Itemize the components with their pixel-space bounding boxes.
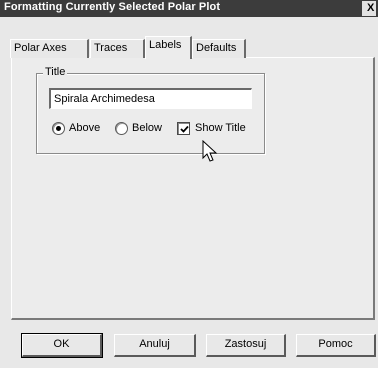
window-title: Formatting Currently Selected Polar Plot: [4, 1, 221, 13]
title-groupbox: [36, 73, 265, 154]
title-bar[interactable]: Formatting Currently Selected Polar Plot…: [0, 0, 378, 17]
below-radio[interactable]: [115, 122, 128, 135]
show-title-label[interactable]: Show Title: [195, 122, 246, 135]
mouse-pointer-icon: [202, 140, 218, 162]
tab-defaults[interactable]: Defaults: [192, 39, 246, 58]
title-group-legend: Title: [43, 66, 68, 79]
tab-polar-axes[interactable]: Polar Axes: [10, 39, 89, 58]
help-button[interactable]: Pomoc: [296, 334, 376, 357]
ok-button[interactable]: OK: [21, 333, 103, 358]
show-title-checkbox[interactable]: [177, 122, 190, 135]
above-radio[interactable]: [52, 122, 65, 135]
tab-labels[interactable]: Labels: [145, 36, 192, 59]
tab-traces[interactable]: Traces: [90, 39, 145, 58]
checkmark-icon: [180, 125, 189, 133]
close-button[interactable]: X: [362, 1, 376, 16]
above-label[interactable]: Above: [69, 122, 100, 135]
apply-button[interactable]: Zastosuj: [206, 334, 286, 357]
dialog-window: Formatting Currently Selected Polar Plot…: [0, 0, 378, 368]
radio-dot-icon: [56, 126, 61, 131]
cancel-button[interactable]: Anuluj: [114, 334, 196, 357]
title-input[interactable]: [49, 88, 252, 109]
below-label[interactable]: Below: [132, 122, 162, 135]
